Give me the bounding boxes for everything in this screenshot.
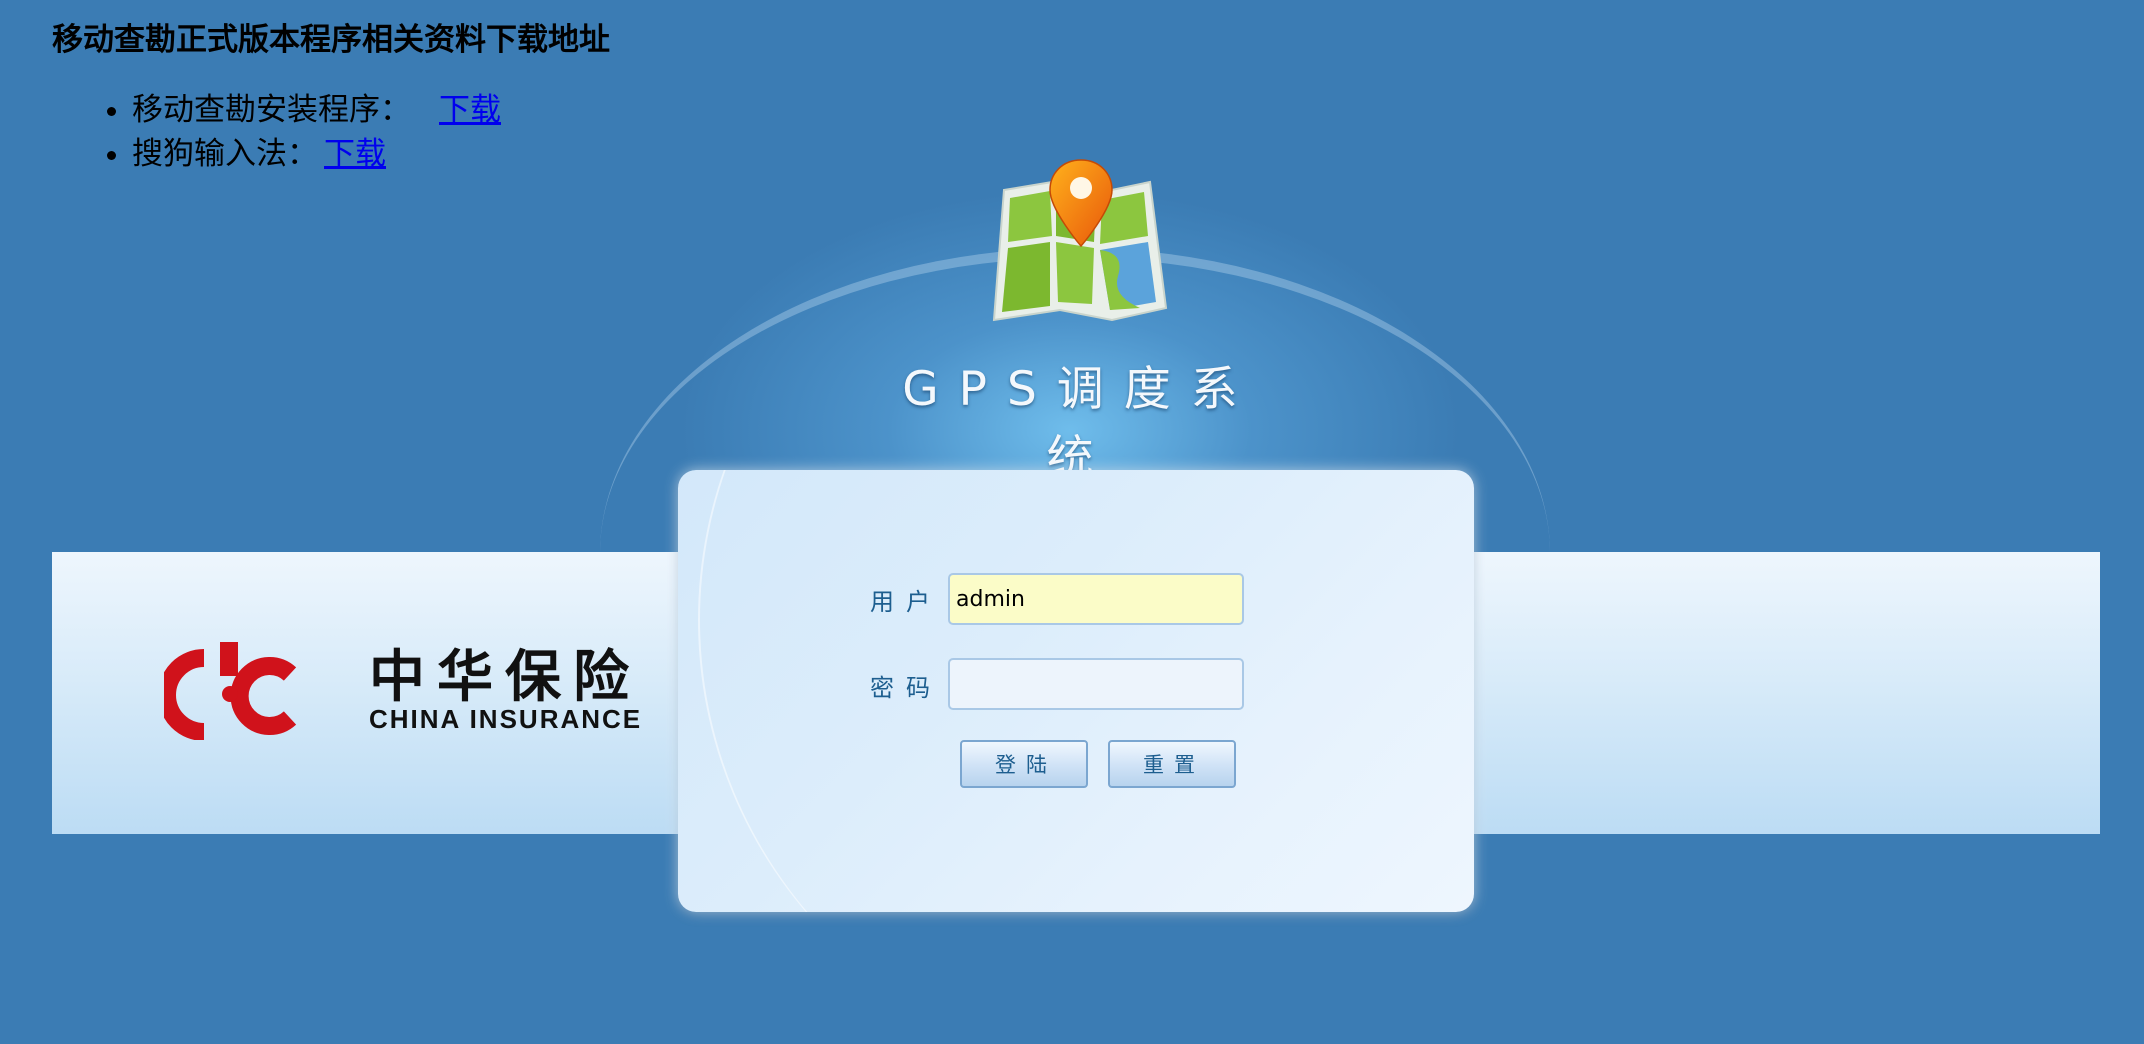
china-insurance-logo — [164, 642, 297, 740]
user-label: 用户 — [870, 588, 942, 616]
download-app-link[interactable]: 下载 — [439, 92, 501, 128]
brand-name-en: CHINA INSURANCE — [369, 704, 643, 734]
login-panel: 用户 密码 登陆 重置 — [678, 470, 1474, 912]
brand-name-cn: 中华保险 — [369, 645, 641, 710]
download-item-app: 移动查勘安装程序： 下载 — [132, 88, 501, 132]
download-item-app-label: 移动查勘安装程序： — [132, 92, 411, 128]
user-input[interactable] — [948, 573, 1244, 625]
download-list: 移动查勘安装程序：下载 搜狗输入法：下载 — [52, 88, 501, 176]
system-title: GPS调度系统 — [902, 362, 1258, 486]
password-input[interactable] — [948, 658, 1244, 710]
download-heading: 移动查勘正式版本程序相关资料下载地址 — [52, 22, 610, 58]
password-label: 密码 — [870, 674, 942, 702]
login-button[interactable]: 登陆 — [960, 740, 1088, 788]
reset-button[interactable]: 重置 — [1108, 740, 1236, 788]
brand-logo: 中华保险 CHINA INSURANCE — [164, 632, 644, 742]
download-item-ime: 搜狗输入法：下载 — [132, 132, 501, 176]
download-ime-link[interactable]: 下载 — [324, 136, 386, 172]
download-item-ime-label: 搜狗输入法： — [132, 136, 318, 172]
map-pin-icon — [992, 159, 1168, 322]
